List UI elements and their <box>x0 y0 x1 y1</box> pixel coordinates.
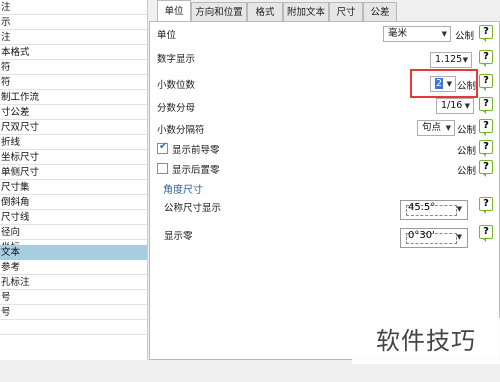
tab-additional-text[interactable]: 附加文本 <box>283 2 329 22</box>
chevron-down-icon: ▼ <box>464 102 470 110</box>
show-zero-value: 0°30' <box>408 230 435 241</box>
tab-strip: 单位 方向和位置 格式 附加文本 尺寸 公差 <box>149 0 500 22</box>
chevron-down-icon: ▼ <box>445 124 451 132</box>
metric-label: 公制 <box>455 31 475 42</box>
help-icon[interactable]: ? <box>479 160 493 177</box>
tree-item[interactable] <box>0 320 147 335</box>
fraction-denominator-label: 分数分母 <box>157 103 196 114</box>
tree-item[interactable]: 号 <box>0 305 147 320</box>
tree-item[interactable]: 折线 <box>0 135 147 150</box>
tree-item[interactable]: 坐标尺寸 <box>0 150 147 165</box>
angle-section-title: 角度尺寸 <box>163 185 203 196</box>
checkmark-icon: ✔ <box>159 141 168 152</box>
tab-tolerance[interactable]: 公差 <box>363 2 397 22</box>
tree-item[interactable] <box>0 335 147 350</box>
tab-format[interactable]: 格式 <box>247 2 283 22</box>
show-zero-label: 显示零 <box>164 231 193 242</box>
nominal-display-label: 公称尺寸显示 <box>164 203 222 214</box>
tab-units[interactable]: 单位 <box>157 0 191 22</box>
tree-item[interactable]: 孔标注 <box>0 275 147 290</box>
tree-item[interactable]: 尺寸线 <box>0 210 147 225</box>
show-leading-zeros-label: 显示前导零 <box>172 145 220 156</box>
tree-item[interactable]: 注 <box>0 0 147 15</box>
help-icon[interactable]: ? <box>479 225 493 242</box>
tree-item[interactable]: 符 <box>0 60 147 75</box>
help-icon[interactable]: ? <box>479 50 493 67</box>
watermark: 软件技巧 <box>352 318 500 364</box>
decimal-separator-label: 小数分隔符 <box>157 125 205 136</box>
fraction-denominator-select[interactable]: 1/16 ▼ <box>436 98 474 114</box>
tree-item[interactable]: 径向 <box>0 225 147 240</box>
numeric-display-select[interactable]: 1.125 ▼ <box>430 52 472 68</box>
tab-dimension[interactable]: 尺寸 <box>329 2 363 22</box>
tree-item[interactable]: 尺双尺寸 <box>0 120 147 135</box>
show-trailing-zeros-label: 显示后置零 <box>172 165 220 176</box>
decimal-separator-select[interactable]: 句点 ▼ <box>417 120 455 136</box>
metric-label: 公制 <box>457 125 477 136</box>
chevron-down-icon: ▼ <box>441 30 447 38</box>
numeric-display-value: 1.125 <box>435 54 463 65</box>
show-zero-select[interactable]: 0°30' ▼ <box>400 228 468 248</box>
chevron-down-icon: ▼ <box>456 233 462 241</box>
tree-item[interactable]: 参考 <box>0 260 147 275</box>
units-select-value: 毫米 <box>388 28 408 39</box>
units-label: 单位 <box>157 30 177 41</box>
highlight-box <box>410 69 478 98</box>
tree-item-selected[interactable]: 文本 <box>0 245 147 260</box>
tree-item[interactable]: 寸公差 <box>0 105 147 120</box>
chevron-down-icon: ▼ <box>462 56 468 64</box>
nominal-display-value: 45.5° <box>408 202 436 213</box>
units-tab-content: 单位 毫米 ▼ 公制 ? 数字显示 1.125 ▼ ? 小数位数 2 ▼ 公制 … <box>149 21 500 360</box>
metric-label: 公制 <box>457 166 477 177</box>
help-icon[interactable]: ? <box>479 97 493 114</box>
settings-tree: 注 示 注 本格式 符 符 制工作流 寸公差 尺双尺寸 折线 坐标尺寸 单侧尺寸… <box>0 0 148 360</box>
tree-item[interactable]: 号 <box>0 290 147 305</box>
help-icon[interactable]: ? <box>479 140 493 157</box>
help-icon[interactable]: ? <box>479 74 493 91</box>
tree-item[interactable]: 倒斜角 <box>0 195 147 210</box>
tree-item[interactable]: 尺寸集 <box>0 180 147 195</box>
metric-label: 公制 <box>457 146 477 157</box>
show-leading-zeros-checkbox[interactable]: ✔ <box>157 141 168 154</box>
chevron-down-icon: ▼ <box>456 205 462 213</box>
help-icon[interactable]: ? <box>479 119 493 136</box>
help-icon[interactable]: ? <box>479 25 493 42</box>
tab-orientation-position[interactable]: 方向和位置 <box>191 2 247 22</box>
tree-item[interactable]: 示 <box>0 15 147 30</box>
show-trailing-zeros-checkbox[interactable] <box>157 163 168 174</box>
fraction-denominator-value: 1/16 <box>441 100 463 111</box>
units-select[interactable]: 毫米 ▼ <box>383 26 451 42</box>
nominal-display-select[interactable]: 45.5° ▼ <box>400 200 468 220</box>
decimal-places-label: 小数位数 <box>157 80 196 91</box>
tree-item[interactable]: 符 <box>0 75 147 90</box>
tree-item[interactable]: 制工作流 <box>0 90 147 105</box>
dimension-settings-panel: 单位 方向和位置 格式 附加文本 尺寸 公差 单位 毫米 ▼ 公制 ? 数字显示… <box>149 0 500 360</box>
tree-item[interactable]: 注 <box>0 30 147 45</box>
decimal-separator-value: 句点 <box>422 122 442 133</box>
tree-item[interactable]: 单侧尺寸 <box>0 165 147 180</box>
help-icon[interactable]: ? <box>479 197 493 214</box>
tree-item[interactable]: 本格式 <box>0 45 147 60</box>
numeric-display-label: 数字显示 <box>157 54 196 65</box>
